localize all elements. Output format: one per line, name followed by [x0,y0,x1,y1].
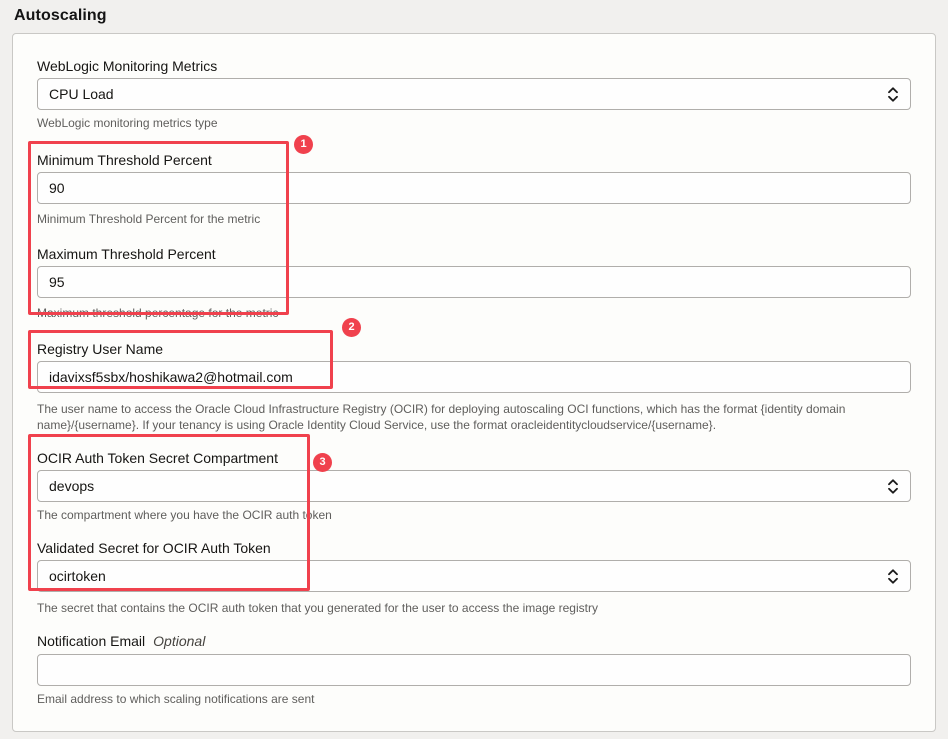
ocir-compartment-helper: The compartment where you have the OCIR … [37,507,911,523]
weblogic-metrics-select[interactable]: CPU Load [37,78,911,110]
optional-tag: Optional [153,633,205,649]
ocir-compartment-select[interactable]: devops [37,470,911,502]
field-ocir-compartment: OCIR Auth Token Secret Compartment devop… [37,449,911,523]
notification-email-input[interactable] [37,654,911,686]
weblogic-metrics-helper: WebLogic monitoring metrics type [37,115,911,131]
chevron-updown-icon [887,86,899,103]
ocir-secret-label: Validated Secret for OCIR Auth Token [37,539,911,557]
field-registry-user-name: Registry User Name The user name to acce… [37,340,911,433]
max-threshold-input[interactable] [37,266,911,298]
max-threshold-label: Maximum Threshold Percent [37,245,911,263]
weblogic-metrics-label: WebLogic Monitoring Metrics [37,57,911,75]
ocir-compartment-label: OCIR Auth Token Secret Compartment [37,449,911,467]
field-ocir-secret: Validated Secret for OCIR Auth Token oci… [37,539,911,616]
min-threshold-label: Minimum Threshold Percent [37,151,911,169]
notification-email-label: Notification Email Optional [37,632,911,650]
page-title: Autoscaling [14,7,107,25]
field-weblogic-metrics: WebLogic Monitoring Metrics CPU Load Web… [37,57,911,131]
ocir-secret-selected-value: ocirtoken [49,568,106,584]
autoscaling-form-panel: WebLogic Monitoring Metrics CPU Load Web… [12,33,936,732]
ocir-secret-helper: The secret that contains the OCIR auth t… [37,600,911,616]
registry-user-name-input[interactable] [37,361,911,393]
max-threshold-helper: Maximum threshold percentage for the met… [37,305,911,321]
chevron-updown-icon [887,568,899,585]
chevron-updown-icon [887,478,899,495]
ocir-compartment-selected-value: devops [49,478,94,494]
field-min-threshold: Minimum Threshold Percent Minimum Thresh… [37,151,911,227]
ocir-secret-select[interactable]: ocirtoken [37,560,911,592]
weblogic-metrics-selected-value: CPU Load [49,86,114,102]
notification-email-label-text: Notification Email [37,633,145,649]
registry-user-name-label: Registry User Name [37,340,911,358]
field-notification-email: Notification Email Optional Email address… [37,632,911,707]
min-threshold-helper: Minimum Threshold Percent for the metric [37,211,911,227]
notification-email-helper: Email address to which scaling notificat… [37,691,911,707]
min-threshold-input[interactable] [37,172,911,204]
field-max-threshold: Maximum Threshold Percent Maximum thresh… [37,245,911,321]
registry-user-name-helper: The user name to access the Oracle Cloud… [37,401,914,433]
autoscaling-page: Autoscaling WebLogic Monitoring Metrics … [0,0,948,739]
